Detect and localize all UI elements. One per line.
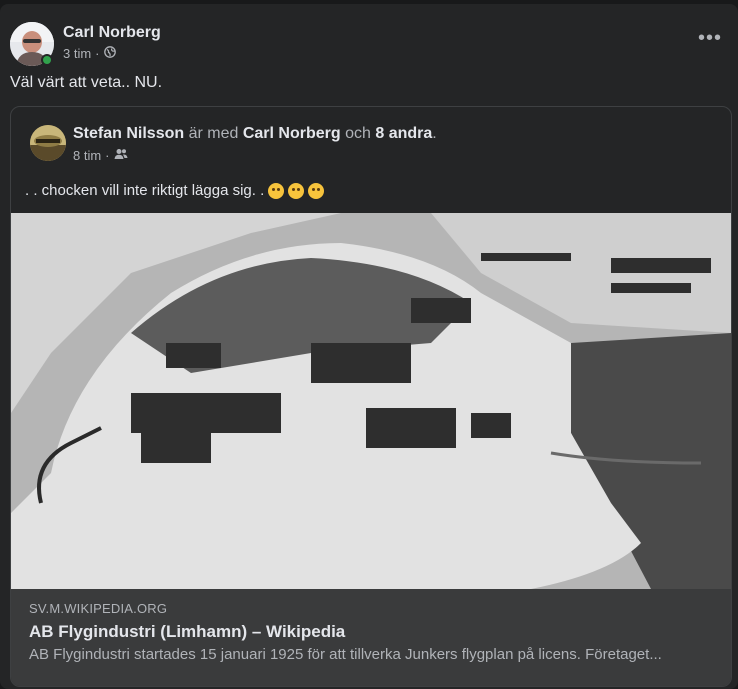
others-link[interactable]: 8 andra: [375, 125, 432, 142]
post-text: Väl värt att veta.. NU.: [10, 74, 163, 91]
link-domain: SV.M.WIKIPEDIA.ORG: [29, 601, 168, 616]
upside-down-face-emoji: [288, 182, 305, 199]
shared-post[interactable]: Stefan Nilsson är med Carl Norberg och 8…: [10, 106, 732, 687]
tagged-person[interactable]: Carl Norberg: [243, 125, 341, 142]
shared-meta: 8 tim ·: [73, 148, 128, 163]
shared-text-content: . . chocken vill inte riktigt lägga sig.…: [25, 182, 265, 199]
shared-time[interactable]: 8 tim: [73, 148, 101, 163]
thinking-face-emoji: [268, 182, 285, 199]
shared-header: Stefan Nilsson är med Carl Norberg och 8…: [73, 125, 437, 143]
shared-author-name[interactable]: Stefan Nilsson: [73, 125, 184, 142]
link-title[interactable]: AB Flygindustri (Limhamn) – Wikipedia: [29, 622, 345, 642]
friends-icon: [114, 148, 128, 163]
meta-separator: ·: [105, 148, 110, 163]
post-time[interactable]: 3 tim: [63, 46, 91, 61]
more-options-button[interactable]: •••: [698, 28, 722, 48]
link-description: AB Flygindustri startades 15 januari 192…: [29, 646, 662, 663]
shared-author-avatar[interactable]: [30, 125, 66, 161]
post-author-name[interactable]: Carl Norberg: [63, 24, 161, 42]
shared-text: . . chocken vill inte riktigt lägga sig.…: [25, 182, 325, 199]
post-meta: 3 tim ·: [63, 46, 116, 61]
post-card: Carl Norberg 3 tim · ••• Väl värt att ve…: [0, 4, 738, 689]
link-preview[interactable]: SV.M.WIKIPEDIA.ORG AB Flygindustri (Limh…: [11, 589, 731, 686]
aerial-photo[interactable]: [11, 213, 731, 589]
and-text: och: [345, 125, 371, 142]
meta-separator: ·: [95, 46, 100, 61]
header-period: .: [432, 125, 437, 142]
with-text: är med: [188, 125, 239, 142]
online-status-indicator: [41, 54, 53, 66]
globe-icon: [103, 46, 116, 61]
grinning-squinting-face-emoji: [308, 182, 325, 199]
